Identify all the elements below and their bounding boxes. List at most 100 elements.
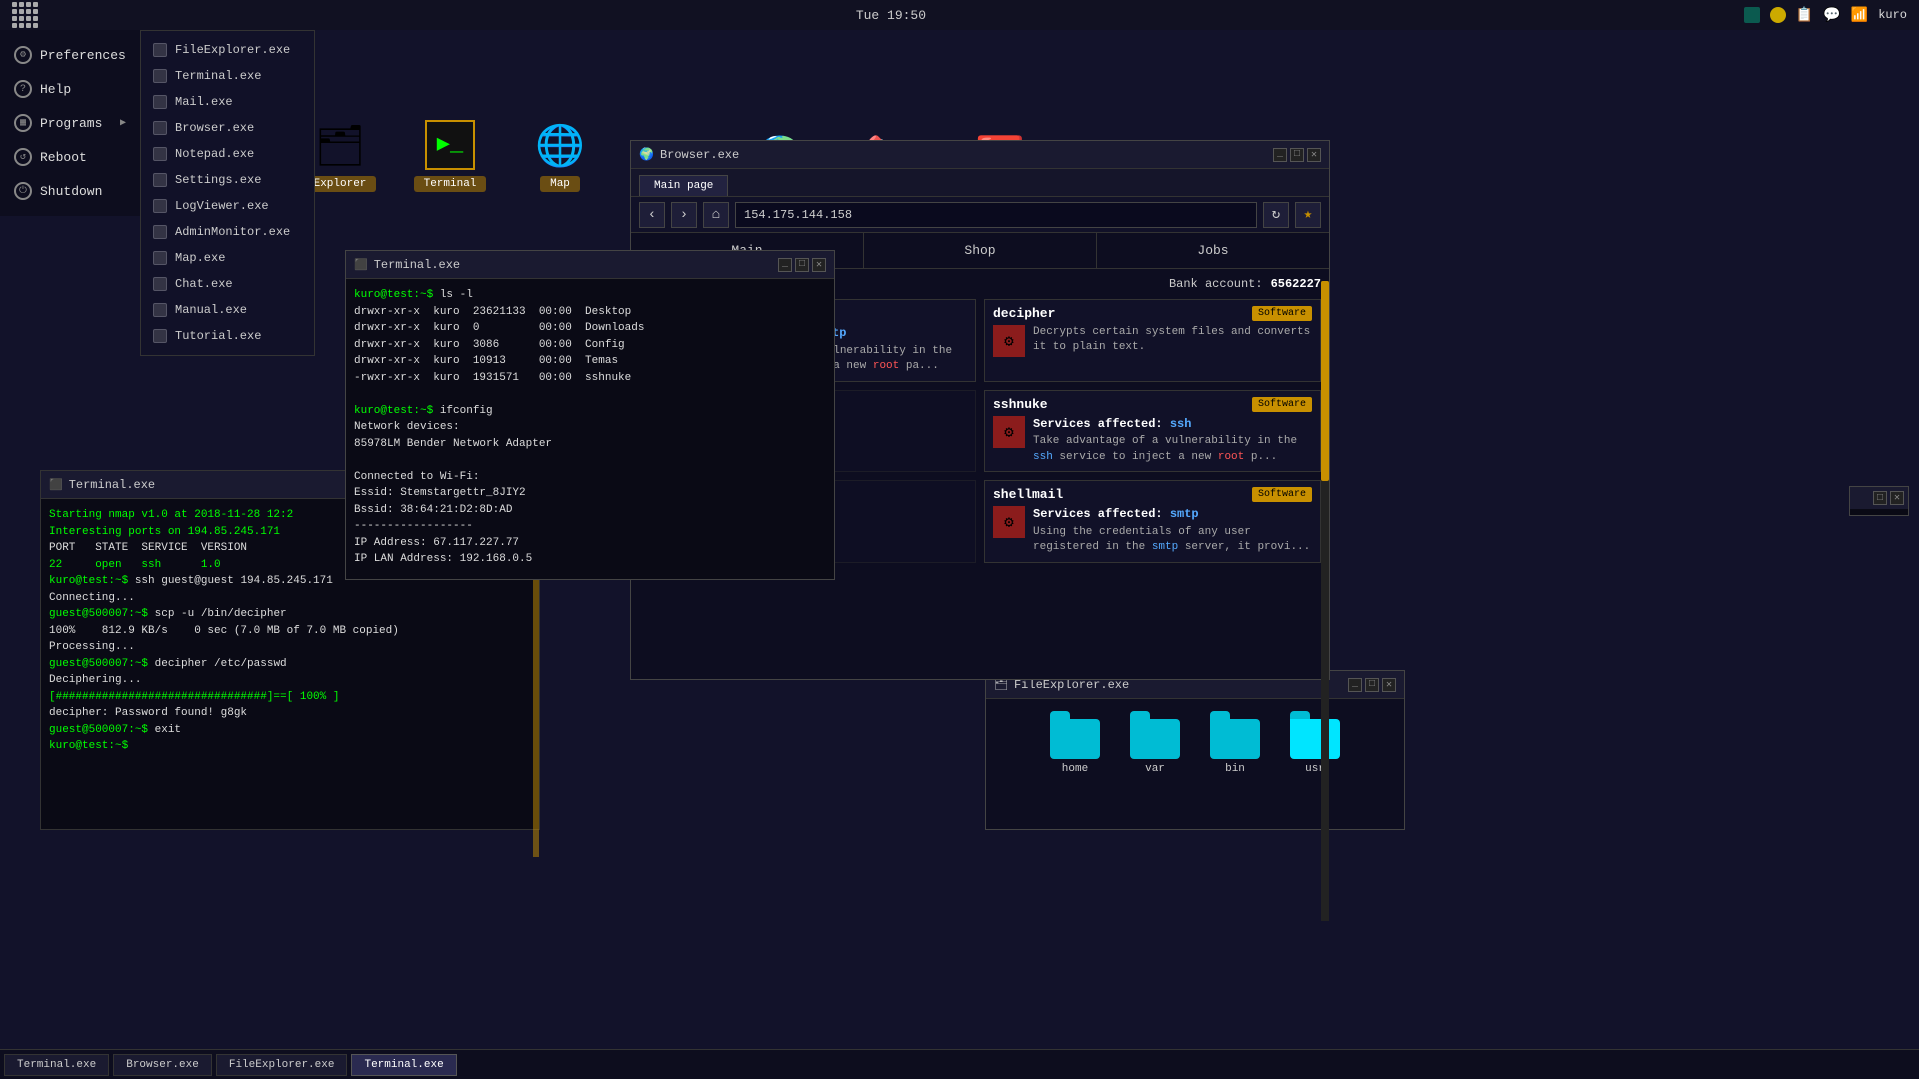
- fileexplorer-minimize[interactable]: _: [1348, 678, 1362, 692]
- browser-bookmark-btn[interactable]: ★: [1295, 202, 1321, 228]
- folder-bin[interactable]: bin: [1210, 719, 1260, 775]
- terminal-bg-line12: guest@500007:~$ decipher /etc/passwd: [49, 656, 531, 673]
- map-label: Map: [540, 176, 580, 192]
- decipher-header: decipher Software: [993, 306, 1312, 321]
- help-icon: ?: [14, 80, 32, 98]
- terminal-bg-line14: [################################]==[ 10…: [49, 689, 531, 706]
- menu-item-help[interactable]: ? Help: [0, 72, 140, 106]
- prog-tutorial[interactable]: Tutorial.exe: [141, 323, 314, 349]
- reboot-icon: ↺: [14, 148, 32, 166]
- prog-browser-icon: [153, 121, 167, 135]
- browser-close[interactable]: ✕: [1307, 148, 1321, 162]
- terminal-small-maximize[interactable]: □: [1873, 491, 1887, 505]
- tf-line16: IP Address: 67.117.227.77: [354, 535, 826, 552]
- prog-logviewer[interactable]: LogViewer.exe: [141, 193, 314, 219]
- prog-adminmonitor[interactable]: AdminMonitor.exe: [141, 219, 314, 245]
- fileexplorer-maximize[interactable]: □: [1365, 678, 1379, 692]
- tf-line2: drwxr-xr-x kuro 23621133 00:00 Desktop: [354, 304, 826, 321]
- explorer-icon: 🗂: [315, 130, 366, 170]
- fileexplorer-window: 🗂 FileExplorer.exe _ □ ✕ home var bin: [985, 670, 1405, 830]
- shellmail-badge[interactable]: Software: [1252, 487, 1312, 502]
- browser-forward-btn[interactable]: ›: [671, 202, 697, 228]
- folder-usr-shape: [1290, 719, 1340, 759]
- prog-mail[interactable]: Mail.exe: [141, 89, 314, 115]
- browser-back-btn[interactable]: ‹: [639, 202, 665, 228]
- browser-home-btn[interactable]: ⌂: [703, 202, 729, 228]
- prog-browser[interactable]: Browser.exe: [141, 115, 314, 141]
- prog-chat-icon: [153, 277, 167, 291]
- terminal-bg-line17: kuro@test:~$: [49, 738, 531, 755]
- browser-scrollbar-thumb[interactable]: [1321, 281, 1329, 481]
- bank-account-value: 6562227: [1271, 277, 1321, 291]
- prog-manual[interactable]: Manual.exe: [141, 297, 314, 323]
- tf-line4: drwxr-xr-x kuro 3086 00:00 Config: [354, 337, 826, 354]
- prog-map[interactable]: Map.exe: [141, 245, 314, 271]
- topbar: Tue 19:50 📋 💬 📶 kuro: [0, 0, 1919, 30]
- menu-item-reboot[interactable]: ↺ Reboot: [0, 140, 140, 174]
- prog-notepad-icon: [153, 147, 167, 161]
- taskbar-fileexplorer1[interactable]: FileExplorer.exe: [216, 1054, 348, 1076]
- file-icons-row: home var bin usr: [986, 699, 1404, 795]
- terminal-front-maximize[interactable]: □: [795, 258, 809, 272]
- taskbar-terminal2[interactable]: Terminal.exe: [351, 1054, 456, 1076]
- desktop-icon-map[interactable]: 🌐 Map: [505, 60, 615, 200]
- browser-tabs: Main page: [631, 169, 1329, 197]
- browser-url-input[interactable]: [735, 202, 1257, 228]
- topbar-left: [12, 2, 38, 28]
- terminal-bg-line8: Connecting...: [49, 590, 531, 607]
- folder-var[interactable]: var: [1130, 719, 1180, 775]
- status-yellow-icon: [1770, 7, 1786, 23]
- prog-settings[interactable]: Settings.exe: [141, 167, 314, 193]
- decipher-desc: ⚙ Decrypts certain system files and conv…: [993, 325, 1312, 357]
- menu-item-preferences[interactable]: ⚙ Preferences: [0, 38, 140, 72]
- sshnuke-badge[interactable]: Software: [1252, 397, 1312, 412]
- prog-notepad[interactable]: Notepad.exe: [141, 141, 314, 167]
- folder-home[interactable]: home: [1050, 719, 1100, 775]
- browser-menu-shop[interactable]: Shop: [864, 233, 1097, 268]
- browser-title: Browser.exe: [660, 148, 739, 162]
- prog-chat[interactable]: Chat.exe: [141, 271, 314, 297]
- menu-item-programs[interactable]: ▦ Programs ▶: [0, 106, 140, 140]
- browser-maximize[interactable]: □: [1290, 148, 1304, 162]
- prog-terminal[interactable]: Terminal.exe: [141, 63, 314, 89]
- browser-titlebar: 🌍 Browser.exe _ □ ✕: [631, 141, 1329, 169]
- terminal-front-close[interactable]: ✕: [812, 258, 826, 272]
- browser-menu-jobs[interactable]: Jobs: [1097, 233, 1329, 268]
- terminal-front-titlebar: ⬛ Terminal.exe _ □ ✕: [346, 251, 834, 279]
- browser-scrollbar[interactable]: [1321, 281, 1329, 921]
- shellmail-name: shellmail: [993, 487, 1063, 502]
- sshnuke-card: sshnuke Software ⚙ Services affected: ss…: [984, 390, 1321, 473]
- terminal-bg-line16: guest@500007:~$ exit: [49, 722, 531, 739]
- folder-usr[interactable]: usr: [1290, 719, 1340, 775]
- browser-refresh-btn[interactable]: ↻: [1263, 202, 1289, 228]
- terminal-small-close[interactable]: ✕: [1890, 491, 1904, 505]
- taskbar-terminal1[interactable]: Terminal.exe: [4, 1054, 109, 1076]
- grid-icon[interactable]: [12, 2, 38, 28]
- folder-bin-label: bin: [1225, 763, 1245, 775]
- fileexplorer-controls: _ □ ✕: [1348, 678, 1396, 692]
- shellmail-services: Services affected: smtp: [1033, 506, 1312, 523]
- arrow-icon: ▶: [120, 117, 126, 129]
- app-menu: ⚙ Preferences ? Help ▦ Programs ▶ ↺ Rebo…: [0, 30, 140, 216]
- browser-minimize[interactable]: _: [1273, 148, 1287, 162]
- decipher-badge[interactable]: Software: [1252, 306, 1312, 321]
- taskbar-browser1[interactable]: Browser.exe: [113, 1054, 212, 1076]
- prog-terminal-icon: [153, 69, 167, 83]
- prog-fileexplorer[interactable]: FileExplorer.exe: [141, 37, 314, 63]
- wifi-icon: 📶: [1851, 7, 1868, 24]
- terminal-front-minimize[interactable]: _: [778, 258, 792, 272]
- tf-line14: Bssid: 38:64:21:D2:8D:AD: [354, 502, 826, 519]
- menu-item-shutdown[interactable]: ⏻ Shutdown: [0, 174, 140, 208]
- chat-icon: 💬: [1823, 7, 1840, 24]
- sshnuke-services: Services affected: ssh: [1033, 416, 1312, 433]
- terminal-front-title: Terminal.exe: [374, 258, 772, 272]
- prog-manual-icon: [153, 303, 167, 317]
- desktop-icon-terminal[interactable]: ▶_ Terminal: [395, 60, 505, 200]
- browser-tab-main[interactable]: Main page: [639, 175, 728, 196]
- prog-map-icon: [153, 251, 167, 265]
- terminal-bg-line15: decipher: Password found! g8gk: [49, 705, 531, 722]
- tf-line12: Connected to Wi-Fi:: [354, 469, 826, 486]
- fileexplorer-close[interactable]: ✕: [1382, 678, 1396, 692]
- terminal-bg-line9: guest@500007:~$ scp -u /bin/decipher: [49, 606, 531, 623]
- folder-var-shape: [1130, 719, 1180, 759]
